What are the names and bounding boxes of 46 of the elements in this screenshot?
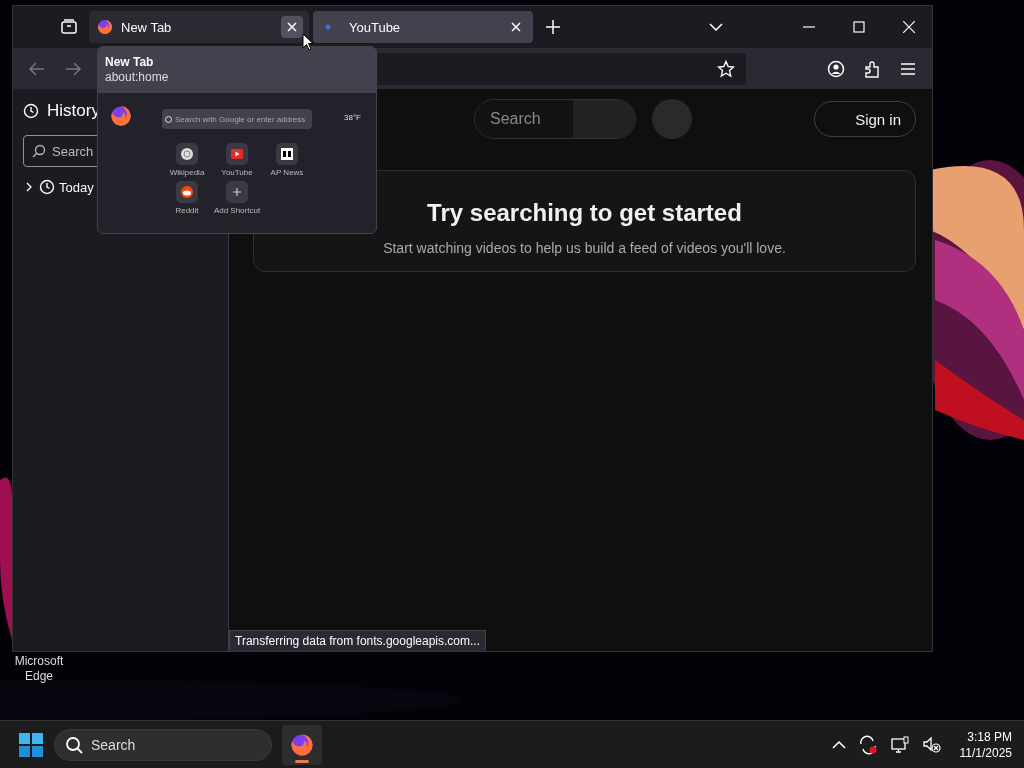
maximize-icon[interactable] [853,21,865,33]
forward-icon[interactable] [65,61,81,76]
search-icon [32,144,46,158]
shortcut-label: AP News [270,168,304,177]
card-text: Start watching videos to help us build a feed of videos you'll love. [383,240,786,256]
dot-icon [325,24,331,30]
shortcut-label: YouTube [221,168,253,177]
close-icon[interactable] [281,16,303,38]
close-icon[interactable] [903,21,915,33]
menu-icon[interactable] [900,61,916,76]
desktop-icon-label[interactable]: Microsoft Edge [8,654,70,684]
firefox-icon [97,19,113,35]
search-icon [65,735,83,754]
back-icon[interactable] [29,61,45,76]
shortcut-label: Reddit [175,206,199,215]
firefox-icon [290,732,314,757]
star-icon[interactable] [717,59,735,78]
clock-icon [39,179,55,195]
weather-text: 38°F [344,113,361,122]
preview-url: about:home [105,70,170,85]
speaker-muted-icon[interactable] [921,734,942,755]
new-tab-icon[interactable] [546,20,560,34]
search-field[interactable]: Search [474,99,636,139]
chevron-down-icon[interactable] [709,23,723,31]
cursor-icon [302,33,314,51]
firefox-icon [110,105,132,127]
status-text: Transferring data from fonts.googleapis.com... [229,630,486,651]
puzzle-icon[interactable] [864,59,880,78]
g-icon [165,115,172,123]
tab-list-icon[interactable] [59,17,79,37]
card-heading: Try searching to get started [427,198,742,228]
shortcut-label: Wikipedia [169,168,205,177]
shortcut-label: Add Shortcut [213,206,261,215]
taskbar-app[interactable] [282,724,322,765]
sidebar-title: History [47,101,100,121]
browser-tab[interactable]: New Tab [89,11,309,43]
network-icon[interactable] [889,734,910,755]
windows-start-icon[interactable] [18,731,44,758]
account-icon[interactable] [827,59,845,78]
clock[interactable]: 3:18 PM 11/1/2025 [959,728,1012,761]
chevron-up-icon[interactable] [831,740,846,749]
taskbar-search[interactable]: Search [54,728,272,761]
browser-tab[interactable]: YouTube [313,11,533,43]
clock-icon [23,103,39,119]
sync-icon[interactable] [857,734,878,755]
preview-title: New Tab [105,55,155,70]
